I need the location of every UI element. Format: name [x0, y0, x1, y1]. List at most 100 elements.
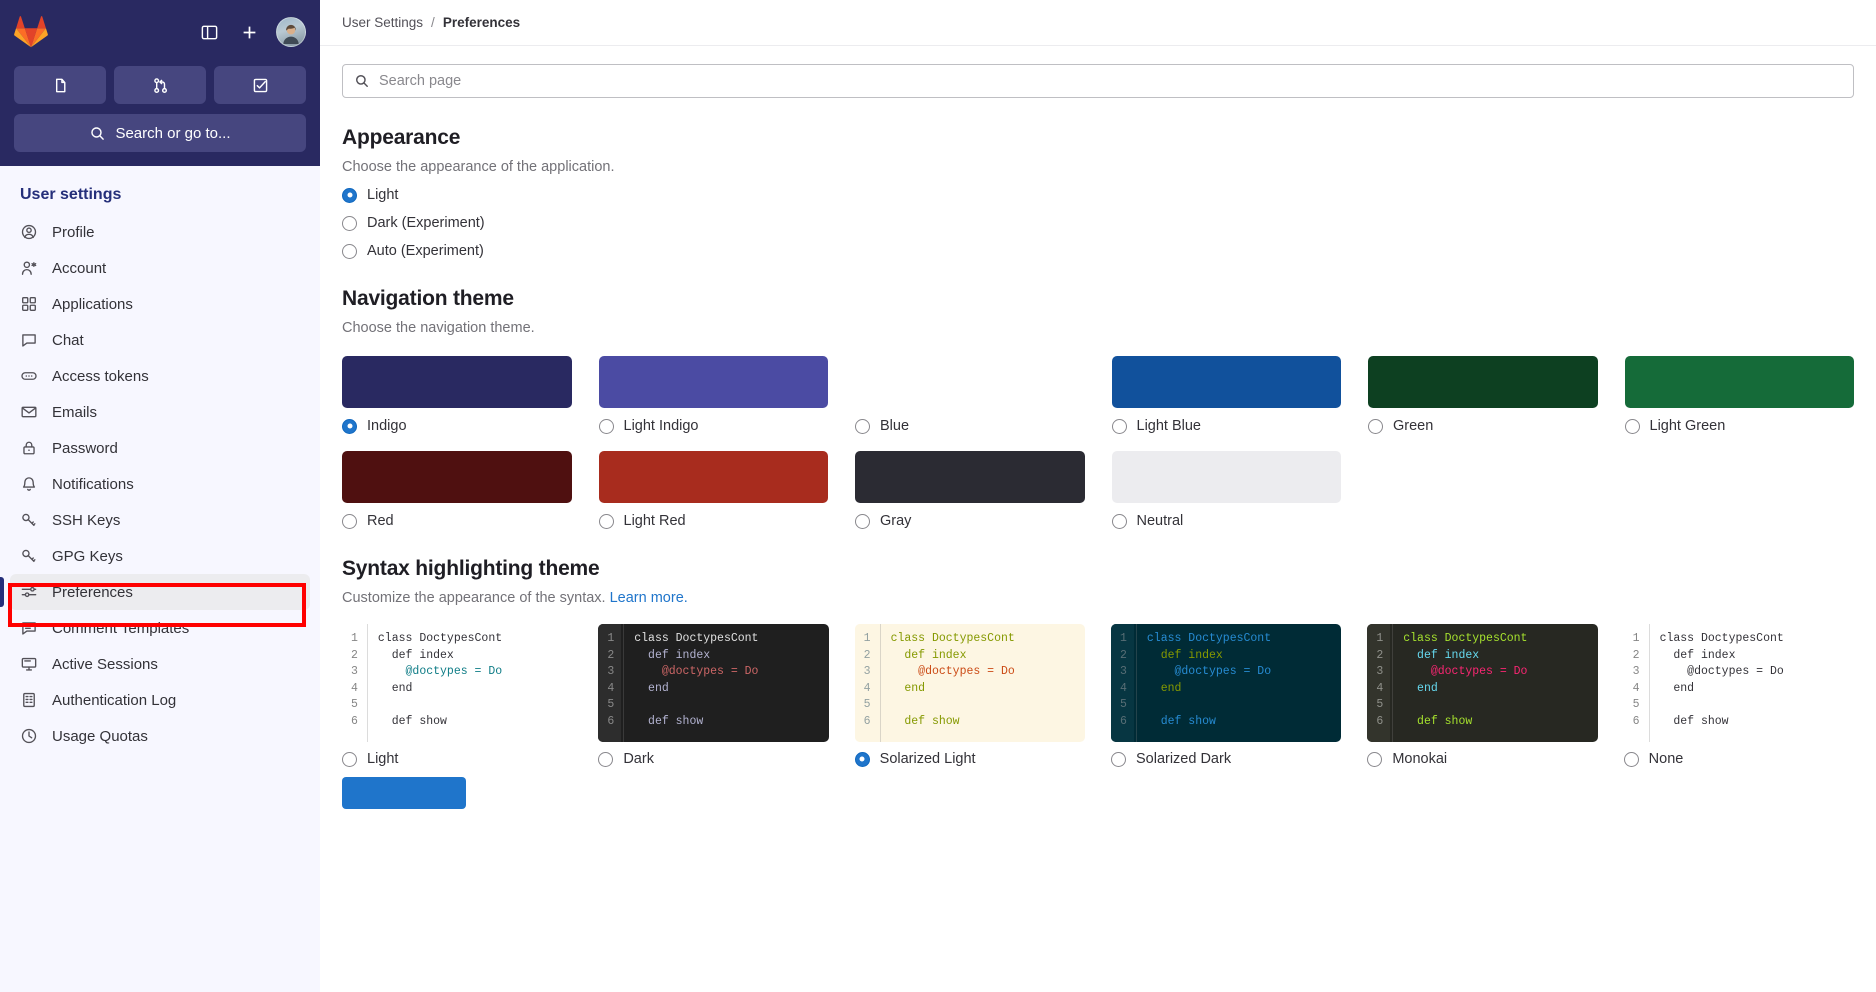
line-number: 2	[1376, 648, 1383, 665]
nav-theme-radio[interactable]: Light Red	[599, 513, 829, 529]
syntax-theme-radio[interactable]: Dark	[598, 751, 828, 767]
nav-theme-red[interactable]: Red	[342, 451, 572, 529]
radio-button[interactable]	[1624, 752, 1639, 767]
sidebar-item-access-tokens[interactable]: Access tokens	[10, 358, 310, 394]
syntax-theme-solarized-dark[interactable]: 123456class DoctypesCont def index @doct…	[1111, 624, 1341, 767]
syntax-preview-card[interactable]: 123456class DoctypesCont def index @doct…	[1111, 624, 1341, 742]
appearance-option-dark-experiment[interactable]: Dark (Experiment)	[342, 215, 1854, 231]
toggle-sidebar-icon[interactable]	[196, 19, 222, 45]
syntax-theme-radio[interactable]: Light	[342, 751, 572, 767]
search-page-input[interactable]: Search page	[342, 64, 1854, 98]
syntax-theme-light[interactable]: 123456class DoctypesCont def index @doct…	[342, 624, 572, 767]
code-line: def show	[378, 714, 572, 731]
learn-more-link[interactable]: Learn more.	[610, 590, 688, 606]
merge-requests-icon[interactable]	[114, 66, 206, 104]
avatar[interactable]	[276, 17, 306, 47]
nav-theme-radio[interactable]: Light Green	[1625, 418, 1855, 434]
radio-button[interactable]	[598, 752, 613, 767]
gitlab-tanuki-logo[interactable]	[14, 15, 48, 49]
nav-theme-radio[interactable]: Light Indigo	[599, 418, 829, 434]
syntax-theme-radio[interactable]: None	[1624, 751, 1854, 767]
plus-icon[interactable]	[236, 19, 262, 45]
nav-theme-radio[interactable]: Indigo	[342, 418, 572, 434]
radio-button[interactable]	[1112, 419, 1127, 434]
syntax-theme-none[interactable]: 123456class DoctypesCont def index @doct…	[1624, 624, 1854, 767]
radio-button[interactable]	[1368, 419, 1383, 434]
sidebar-item-applications[interactable]: Applications	[10, 286, 310, 322]
appearance-option-light[interactable]: Light	[342, 187, 1854, 203]
radio-button[interactable]	[1112, 514, 1127, 529]
syntax-theme-dark[interactable]: 123456class DoctypesCont def index @doct…	[598, 624, 828, 767]
radio-button[interactable]	[855, 419, 870, 434]
nav-theme-light-green[interactable]: Light Green	[1625, 356, 1855, 434]
radio-button[interactable]	[1367, 752, 1382, 767]
syntax-preview-card[interactable]: 123456class DoctypesCont def index @doct…	[855, 624, 1085, 742]
radio-button[interactable]	[342, 419, 357, 434]
issues-icon[interactable]	[14, 66, 106, 104]
theme-color-swatch[interactable]	[342, 356, 572, 408]
sidebar-item-comment-templates[interactable]: Comment Templates	[10, 610, 310, 646]
syntax-preview-card[interactable]: 123456class DoctypesCont def index @doct…	[342, 624, 572, 742]
radio-button[interactable]	[342, 216, 357, 231]
radio-button[interactable]	[342, 752, 357, 767]
nav-theme-green[interactable]: Green	[1368, 356, 1598, 434]
syntax-preview-card[interactable]: 123456class DoctypesCont def index @doct…	[598, 624, 828, 742]
syntax-theme-monokai[interactable]: 123456class DoctypesCont def index @doct…	[1367, 624, 1597, 767]
sidebar-item-chat[interactable]: Chat	[10, 322, 310, 358]
sidebar-item-gpg-keys[interactable]: GPG Keys	[10, 538, 310, 574]
theme-color-swatch[interactable]	[1368, 356, 1598, 408]
theme-color-swatch[interactable]	[342, 451, 572, 503]
syntax-theme-radio[interactable]: Solarized Light	[855, 751, 1085, 767]
nav-theme-radio[interactable]: Gray	[855, 513, 1085, 529]
nav-theme-radio[interactable]: Blue	[855, 418, 1085, 434]
nav-theme-light-red[interactable]: Light Red	[599, 451, 829, 529]
nav-theme-radio[interactable]: Neutral	[1112, 513, 1342, 529]
save-changes-button[interactable]	[342, 777, 466, 809]
sidebar-item-notifications[interactable]: Notifications	[10, 466, 310, 502]
appearance-option-auto-experiment[interactable]: Auto (Experiment)	[342, 243, 1854, 259]
sidebar-item-account[interactable]: Account	[10, 250, 310, 286]
syntax-theme-radio[interactable]: Monokai	[1367, 751, 1597, 767]
nav-theme-indigo[interactable]: Indigo	[342, 356, 572, 434]
radio-button[interactable]	[342, 244, 357, 259]
sidebar-item-active-sessions[interactable]: Active Sessions	[10, 646, 310, 682]
nav-theme-radio[interactable]: Light Blue	[1112, 418, 1342, 434]
radio-button[interactable]	[855, 752, 870, 767]
theme-color-swatch[interactable]	[599, 451, 829, 503]
syntax-preview-card[interactable]: 123456class DoctypesCont def index @doct…	[1367, 624, 1597, 742]
syntax-theme-radio[interactable]: Solarized Dark	[1111, 751, 1341, 767]
radio-button[interactable]	[342, 514, 357, 529]
theme-color-swatch[interactable]	[599, 356, 829, 408]
sidebar-item-password[interactable]: Password	[10, 430, 310, 466]
radio-button[interactable]	[599, 514, 614, 529]
theme-color-swatch[interactable]	[1112, 451, 1342, 503]
nav-theme-light-indigo[interactable]: Light Indigo	[599, 356, 829, 434]
sidebar-item-ssh-keys[interactable]: SSH Keys	[10, 502, 310, 538]
nav-theme-gray[interactable]: Gray	[855, 451, 1085, 529]
nav-theme-light-blue[interactable]: Light Blue	[1112, 356, 1342, 434]
sidebar-item-preferences[interactable]: Preferences	[10, 574, 310, 610]
radio-button[interactable]	[1111, 752, 1126, 767]
theme-color-swatch[interactable]	[1625, 356, 1855, 408]
radio-button[interactable]	[599, 419, 614, 434]
nav-theme-blue[interactable]: Blue	[855, 356, 1085, 434]
search-or-go-to-button[interactable]: Search or go to...	[14, 114, 306, 152]
radio-button[interactable]	[1625, 419, 1640, 434]
syntax-preview-card[interactable]: 123456class DoctypesCont def index @doct…	[1624, 624, 1854, 742]
radio-button[interactable]	[342, 188, 357, 203]
nav-theme-radio[interactable]: Green	[1368, 418, 1598, 434]
breadcrumb-current[interactable]: Preferences	[443, 15, 520, 30]
theme-color-swatch[interactable]	[855, 356, 1085, 408]
nav-theme-radio[interactable]: Red	[342, 513, 572, 529]
theme-color-swatch[interactable]	[1112, 356, 1342, 408]
todos-icon[interactable]	[214, 66, 306, 104]
sidebar-item-profile[interactable]: Profile	[10, 214, 310, 250]
sidebar-item-authentication-log[interactable]: Authentication Log	[10, 682, 310, 718]
breadcrumb-parent[interactable]: User Settings	[342, 15, 423, 30]
sidebar-item-usage-quotas[interactable]: Usage Quotas	[10, 718, 310, 754]
sidebar-item-emails[interactable]: Emails	[10, 394, 310, 430]
nav-theme-neutral[interactable]: Neutral	[1112, 451, 1342, 529]
radio-button[interactable]	[855, 514, 870, 529]
theme-color-swatch[interactable]	[855, 451, 1085, 503]
syntax-theme-solarized-light[interactable]: 123456class DoctypesCont def index @doct…	[855, 624, 1085, 767]
